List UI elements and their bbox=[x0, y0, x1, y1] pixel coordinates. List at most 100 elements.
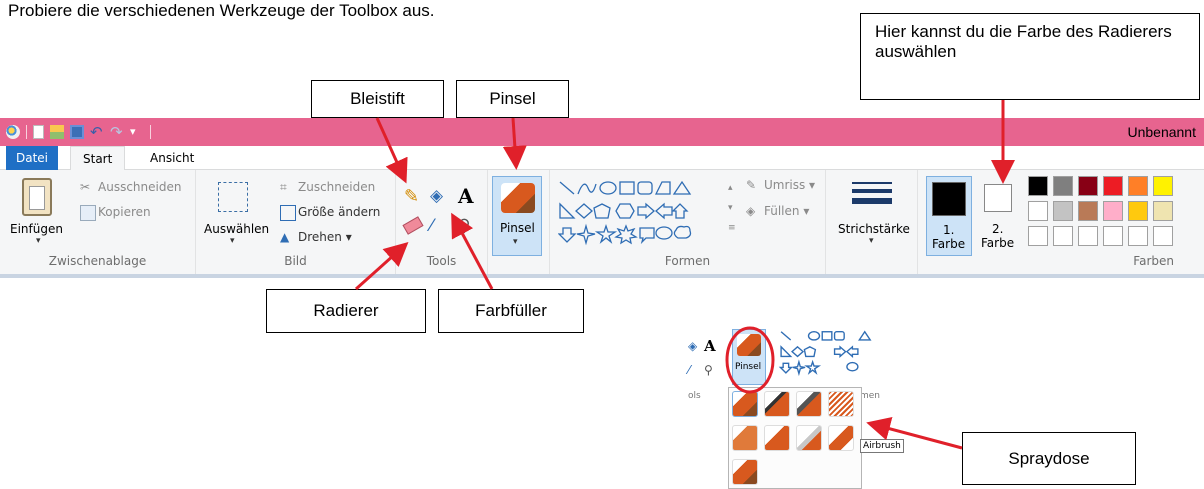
palette-swatch[interactable] bbox=[1153, 176, 1173, 196]
group-colors: 1. Farbe 2. Farbe Farben bbox=[918, 170, 1204, 274]
customize-qat-icon[interactable]: ▾ bbox=[130, 125, 144, 139]
select-button[interactable]: Auswählen bbox=[204, 222, 269, 236]
popup-magnifier-icon: ⚲ bbox=[704, 363, 713, 377]
callout-eraser-text: Radierer bbox=[313, 301, 379, 320]
separator-line bbox=[150, 125, 151, 139]
group-shapes: ▴ ▾ ≡ ✎ Umriss ▾ ◈ Füllen ▾ Formen bbox=[550, 170, 826, 274]
copy-icon bbox=[80, 205, 96, 221]
tab-view[interactable]: Ansicht bbox=[138, 146, 206, 170]
gallery-scroll-icon[interactable]: ▴ ▾ ≡ bbox=[728, 178, 736, 238]
magnifier-icon[interactable]: ⚲ bbox=[458, 216, 470, 236]
paste-button[interactable]: Einfügen bbox=[10, 222, 63, 236]
popup-shapes-partial-label: men bbox=[860, 391, 881, 401]
tab-start[interactable]: Start bbox=[70, 146, 126, 171]
text-tool-icon[interactable]: A bbox=[458, 184, 474, 208]
rotate-button[interactable]: Drehen ▾ bbox=[298, 230, 352, 244]
group-tools: ✎ ◈ A ⁄ ⚲ Tools bbox=[396, 170, 488, 274]
palette-swatch[interactable] bbox=[1103, 201, 1123, 221]
paint-app-icon[interactable] bbox=[6, 125, 20, 139]
pencil-icon[interactable]: ✎ bbox=[404, 186, 419, 207]
paste-dropdown-icon[interactable]: ▾ bbox=[36, 236, 41, 246]
brush-option[interactable] bbox=[796, 391, 822, 417]
palette-swatch[interactable] bbox=[1053, 176, 1073, 196]
palette-swatch[interactable] bbox=[1028, 176, 1048, 196]
cut-button[interactable]: Ausschneiden bbox=[98, 180, 181, 194]
color-palette bbox=[1028, 176, 1204, 256]
fill-bucket-icon[interactable]: ◈ bbox=[430, 186, 443, 206]
window-title: Unbenannt bbox=[1127, 124, 1196, 140]
select-icon[interactable] bbox=[218, 182, 248, 212]
redo-icon[interactable]: ↷ bbox=[110, 125, 124, 140]
copy-button[interactable]: Kopieren bbox=[98, 205, 151, 219]
group-label-image: Bild bbox=[284, 254, 307, 268]
color2-label-2: Farbe bbox=[981, 236, 1015, 250]
palette-swatch[interactable] bbox=[1028, 201, 1048, 221]
stroke-width-dropdown-icon[interactable]: ▾ bbox=[869, 236, 874, 246]
brush-button[interactable]: Pinsel ▾ bbox=[492, 176, 542, 256]
palette-swatch[interactable] bbox=[1103, 176, 1123, 196]
palette-swatch[interactable] bbox=[1053, 226, 1073, 246]
fill-button[interactable]: Füllen ▾ bbox=[764, 204, 809, 218]
palette-swatch[interactable] bbox=[1053, 201, 1073, 221]
group-label-clipboard: Zwischenablage bbox=[48, 254, 147, 268]
color1-button[interactable]: 1. Farbe bbox=[926, 176, 972, 256]
eraser-icon[interactable] bbox=[402, 216, 424, 235]
ribbon: Einfügen ▾ ✂ Ausschneiden Kopieren Zwisc… bbox=[0, 170, 1204, 278]
popup-fill-icon: ◈ bbox=[688, 339, 698, 353]
palette-swatch[interactable] bbox=[1078, 201, 1098, 221]
popup-brush-button[interactable]: Pinsel bbox=[732, 329, 766, 385]
open-file-icon[interactable] bbox=[50, 125, 64, 139]
brush-option[interactable] bbox=[764, 391, 790, 417]
crop-icon: ⌗ bbox=[280, 180, 287, 194]
popup-brush-label: Pinsel bbox=[735, 362, 762, 372]
palette-swatch[interactable] bbox=[1128, 176, 1148, 196]
palette-swatch[interactable] bbox=[1153, 201, 1173, 221]
brush-dropdown-icon[interactable]: ▾ bbox=[513, 237, 518, 247]
brush-icon bbox=[501, 183, 535, 213]
group-image: Auswählen ▾ ⌗ Zuschneiden Größe ändern ▲… bbox=[196, 170, 396, 274]
quick-access-toolbar: ↶ ↷ ▾ bbox=[6, 123, 151, 141]
brush-option[interactable] bbox=[732, 391, 758, 417]
color2-swatch bbox=[984, 184, 1012, 212]
brush-option[interactable] bbox=[796, 425, 822, 451]
select-dropdown-icon[interactable]: ▾ bbox=[230, 236, 235, 246]
tab-file[interactable]: Datei bbox=[6, 146, 58, 170]
brush-option[interactable] bbox=[828, 425, 854, 451]
group-label-tools: Tools bbox=[426, 254, 457, 268]
brush-option[interactable] bbox=[732, 459, 758, 485]
callout-brush-text: Pinsel bbox=[489, 89, 536, 108]
popup-brush-icon bbox=[737, 334, 761, 356]
airbrush-tooltip: Airbrush bbox=[860, 439, 904, 453]
brush-popup-screenshot: ◈ A ⁄ ⚲ ols Pinsel men Airbrush bbox=[686, 325, 922, 489]
popup-picker-icon: ⁄ bbox=[688, 363, 691, 377]
palette-swatch[interactable] bbox=[1078, 176, 1098, 196]
callout-spray-text: Spraydose bbox=[1008, 448, 1090, 468]
separator-line bbox=[26, 125, 27, 139]
stroke-width-button[interactable]: Strichstärke bbox=[838, 222, 910, 236]
palette-swatch[interactable] bbox=[1128, 201, 1148, 221]
new-file-icon[interactable] bbox=[33, 125, 44, 139]
color2-button[interactable]: 2. Farbe bbox=[976, 176, 1022, 256]
color1-label: 1. bbox=[943, 223, 955, 237]
cut-scissors-icon: ✂ bbox=[80, 180, 91, 194]
paste-icon[interactable] bbox=[22, 178, 52, 216]
crop-button[interactable]: Zuschneiden bbox=[298, 180, 375, 194]
brush-option[interactable] bbox=[764, 425, 790, 451]
palette-swatch[interactable] bbox=[1153, 226, 1173, 246]
color1-label-2: Farbe bbox=[932, 237, 966, 251]
outline-button[interactable]: Umriss ▾ bbox=[764, 178, 815, 192]
group-label-shapes: Formen bbox=[664, 254, 711, 268]
brush-option[interactable] bbox=[732, 425, 758, 451]
palette-swatch[interactable] bbox=[1028, 226, 1048, 246]
save-icon[interactable] bbox=[70, 125, 84, 139]
palette-swatch[interactable] bbox=[1128, 226, 1148, 246]
color-picker-icon[interactable]: ⁄ bbox=[430, 216, 433, 236]
rotate-icon: ▲ bbox=[280, 230, 290, 244]
palette-swatch[interactable] bbox=[1078, 226, 1098, 246]
resize-button[interactable]: Größe ändern bbox=[298, 205, 380, 219]
palette-swatch[interactable] bbox=[1103, 226, 1123, 246]
callout-fill-text: Farbfüller bbox=[475, 301, 547, 320]
undo-icon[interactable]: ↶ bbox=[90, 125, 104, 140]
airbrush-option[interactable] bbox=[828, 391, 854, 417]
shapes-gallery[interactable] bbox=[558, 178, 728, 248]
